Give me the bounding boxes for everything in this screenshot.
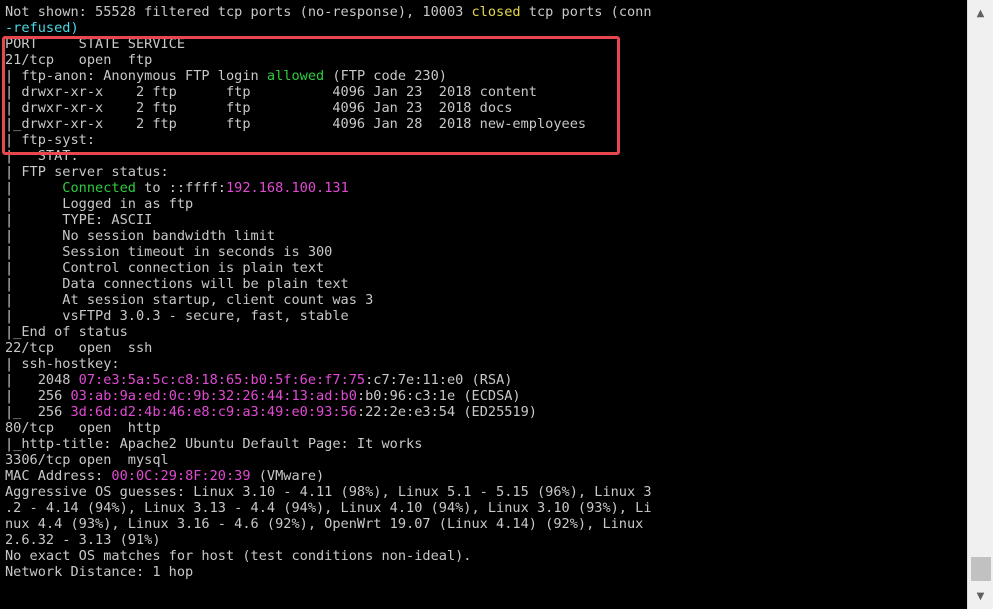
terminal-text-segment: | ssh-hostkey: <box>5 356 120 372</box>
terminal-line: 2.6.32 - 3.13 (91%) <box>5 532 652 548</box>
terminal-line: .2 - 4.14 (94%), Linux 3.13 - 4.4 (94%),… <box>5 500 652 516</box>
scroll-thumb[interactable] <box>971 557 991 581</box>
terminal-line: |_http-title: Apache2 Ubuntu Default Pag… <box>5 436 652 452</box>
terminal-line: MAC Address: 00:0C:29:8F:20:39 (VMware) <box>5 468 652 484</box>
terminal-text-segment: :b0:96:c3:1e (ECDSA) <box>356 388 521 404</box>
terminal-text-segment: |_ 256 <box>5 404 71 420</box>
terminal-text-segment: closed <box>471 4 521 20</box>
terminal-text-segment: MAC Address: <box>5 468 112 484</box>
terminal-line: Network Distance: 1 hop <box>5 564 652 580</box>
terminal-text-segment: 07:e3:5a:5c:c8:18:65:b0:5f:6e:f7:75 <box>78 372 366 388</box>
terminal-text-segment: 22/tcp open ssh <box>5 340 153 356</box>
terminal-text-segment: -refused) <box>5 20 79 36</box>
terminal-line: |_drwxr-xr-x 2 ftp ftp 4096 Jan 28 2018 … <box>5 116 652 132</box>
terminal-text-segment: :22:2e:e3:54 (ED25519) <box>356 404 537 420</box>
terminal-text-segment: (VMware) <box>250 468 325 484</box>
terminal-line: | Logged in as ftp <box>5 196 652 212</box>
terminal-text-segment: | Data connections will be plain text <box>5 276 349 292</box>
terminal-text-segment: (FTP code 230) <box>324 68 447 84</box>
terminal-text-segment: 21/tcp open ftp <box>5 52 153 68</box>
terminal-line: | ftp-anon: Anonymous FTP login allowed … <box>5 68 652 84</box>
terminal-text-segment: 2.6.32 - 3.13 (91%) <box>5 532 161 548</box>
terminal-text-segment: 192.168.100.131 <box>226 180 349 196</box>
terminal-text-segment: 3306/tcp open mysql <box>5 452 169 468</box>
scroll-down-arrow-icon[interactable]: ▼ <box>968 583 993 609</box>
scroll-up-arrow-icon[interactable]: ▲ <box>968 0 993 26</box>
terminal-text-segment: 00:0C:29:8F:20:39 <box>111 468 251 484</box>
terminal-text-segment: | ftp-syst: <box>5 132 96 148</box>
terminal-text-segment: | ftp-anon: Anonymous FTP login <box>5 68 267 84</box>
terminal-text-segment: |_End of status <box>5 324 128 340</box>
terminal-text-segment: tcp ports (conn <box>520 4 652 20</box>
terminal-line: | drwxr-xr-x 2 ftp ftp 4096 Jan 23 2018 … <box>5 100 652 116</box>
terminal-line: 80/tcp open http <box>5 420 652 436</box>
terminal-text-segment: 80/tcp open http <box>5 420 161 436</box>
terminal-line: | FTP server status: <box>5 164 652 180</box>
terminal-line: PORT STATE SERVICE <box>5 36 652 52</box>
terminal-line: 22/tcp open ssh <box>5 340 652 356</box>
terminal-output[interactable]: Not shown: 55528 filtered tcp ports (no-… <box>0 0 967 609</box>
terminal-text-segment: nux 4.4 (93%), Linux 3.16 - 4.6 (92%), O… <box>5 516 644 532</box>
terminal-line: | Control connection is plain text <box>5 260 652 276</box>
terminal-line: Not shown: 55528 filtered tcp ports (no-… <box>5 4 652 20</box>
terminal-text-segment: Network Distance: 1 hop <box>5 564 194 580</box>
terminal-text-segment: 3d:6d:d2:4b:46:e8:c9:a3:49:e0:93:56 <box>70 404 357 420</box>
terminal-line: 21/tcp open ftp <box>5 52 652 68</box>
terminal-lines: Not shown: 55528 filtered tcp ports (no-… <box>5 4 652 580</box>
terminal-line: -refused) <box>5 20 652 36</box>
terminal-text-segment: :c7:7e:11:e0 (RSA) <box>365 372 513 388</box>
terminal-text-segment: | No session bandwidth limit <box>5 228 276 244</box>
terminal-line: | ftp-syst: <box>5 132 652 148</box>
terminal-text-segment: | Control connection is plain text <box>5 260 325 276</box>
terminal-line: |_End of status <box>5 324 652 340</box>
terminal-line: | No session bandwidth limit <box>5 228 652 244</box>
terminal-text-segment: | TYPE: ASCII <box>5 212 153 228</box>
terminal-text-segment: | 2048 <box>5 372 79 388</box>
terminal-text-segment: | Logged in as ftp <box>5 196 194 212</box>
terminal-text-segment: to ::ffff: <box>135 180 226 196</box>
terminal-line: | Connected to ::ffff:192.168.100.131 <box>5 180 652 196</box>
terminal-line: | At session startup, client count was 3 <box>5 292 652 308</box>
terminal-text-segment: | STAT: <box>5 148 79 164</box>
terminal-text-segment: | drwxr-xr-x 2 ftp ftp 4096 Jan 23 2018 … <box>5 84 537 100</box>
terminal-text-segment: .2 - 4.14 (94%), Linux 3.13 - 4.4 (94%),… <box>5 500 652 516</box>
terminal-text-segment: | drwxr-xr-x 2 ftp ftp 4096 Jan 23 2018 … <box>5 100 513 116</box>
terminal-text-segment: allowed <box>266 68 325 84</box>
terminal-line: | Data connections will be plain text <box>5 276 652 292</box>
terminal-text-segment: PORT STATE SERVICE <box>5 36 186 52</box>
terminal-text-segment: | Session timeout in seconds is 300 <box>5 244 333 260</box>
terminal-line: | 2048 07:e3:5a:5c:c8:18:65:b0:5f:6e:f7:… <box>5 372 652 388</box>
vertical-scrollbar[interactable]: ▲ ▼ <box>967 0 993 609</box>
terminal-text-segment: Not shown: 55528 filtered tcp ports (no-… <box>5 4 472 20</box>
terminal-line: 3306/tcp open mysql <box>5 452 652 468</box>
terminal-line: | 256 03:ab:9a:ed:0c:9b:32:26:44:13:ad:b… <box>5 388 652 404</box>
terminal-line: | ssh-hostkey: <box>5 356 652 372</box>
terminal-line: | drwxr-xr-x 2 ftp ftp 4096 Jan 23 2018 … <box>5 84 652 100</box>
terminal-line: No exact OS matches for host (test condi… <box>5 548 652 564</box>
terminal-text-segment: | <box>5 180 63 196</box>
terminal-text-segment: No exact OS matches for host (test condi… <box>5 548 472 564</box>
terminal-line: Aggressive OS guesses: Linux 3.10 - 4.11… <box>5 484 652 500</box>
terminal-text-segment: Connected <box>62 180 136 196</box>
terminal-text-segment: |_drwxr-xr-x 2 ftp ftp 4096 Jan 28 2018 … <box>5 116 587 132</box>
terminal-text-segment: | 256 <box>5 388 71 404</box>
terminal-text-segment: | FTP server status: <box>5 164 169 180</box>
terminal-text-segment: |_http-title: Apache2 Ubuntu Default Pag… <box>5 436 423 452</box>
terminal-text-segment: Aggressive OS guesses: Linux 3.10 - 4.11… <box>5 484 652 500</box>
terminal-line: | STAT: <box>5 148 652 164</box>
terminal-text-segment: 03:ab:9a:ed:0c:9b:32:26:44:13:ad:b0 <box>70 388 357 404</box>
terminal-line: nux 4.4 (93%), Linux 3.16 - 4.6 (92%), O… <box>5 516 652 532</box>
terminal-line: | TYPE: ASCII <box>5 212 652 228</box>
terminal-line: | Session timeout in seconds is 300 <box>5 244 652 260</box>
terminal-text-segment: | vsFTPd 3.0.3 - secure, fast, stable <box>5 308 349 324</box>
terminal-line: | vsFTPd 3.0.3 - secure, fast, stable <box>5 308 652 324</box>
terminal-line: |_ 256 3d:6d:d2:4b:46:e8:c9:a3:49:e0:93:… <box>5 404 652 420</box>
terminal-text-segment: | At session startup, client count was 3 <box>5 292 374 308</box>
